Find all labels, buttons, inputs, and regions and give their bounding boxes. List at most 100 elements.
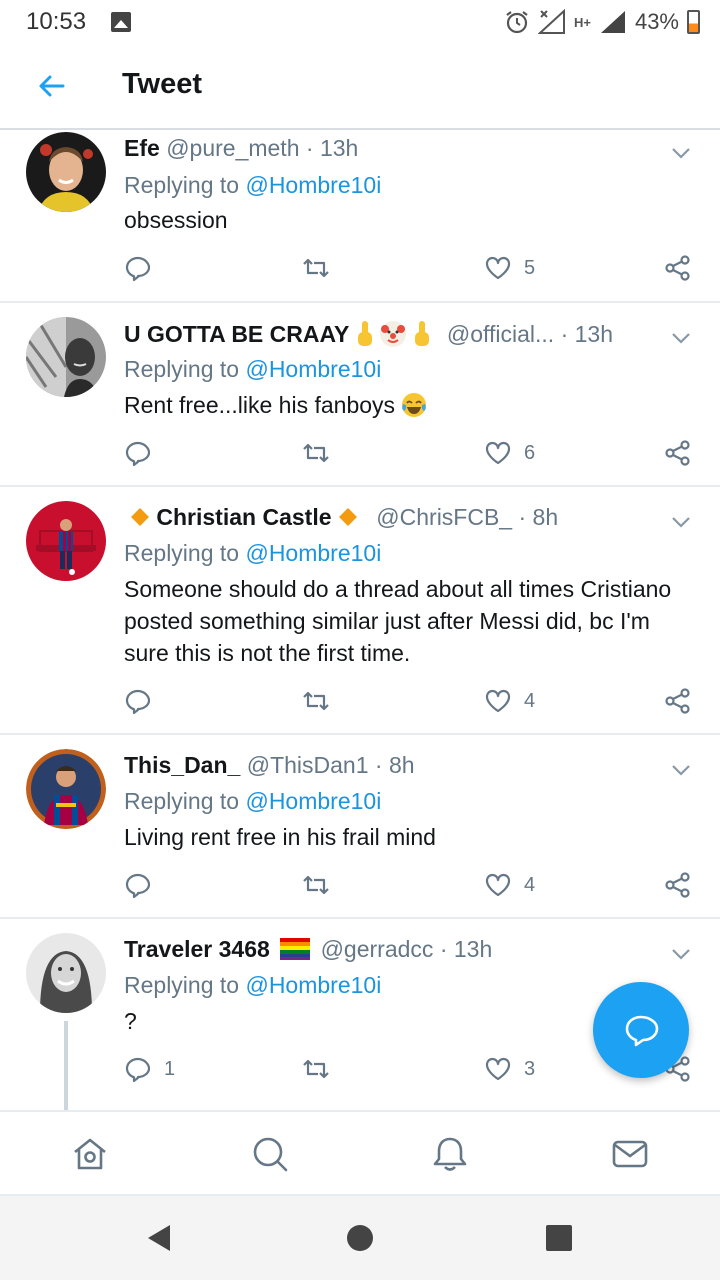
network-type: H+	[573, 14, 591, 30]
replying-mention[interactable]: @Hombre10i	[245, 972, 381, 998]
chevron-down-icon[interactable]	[668, 140, 694, 166]
author-name[interactable]: Traveler 3468	[124, 936, 270, 962]
home-icon	[74, 1138, 106, 1170]
nav-messages[interactable]	[606, 1130, 654, 1178]
tweet-item[interactable]: Christian Castle @ChrisFCB_ · 8h Replyin…	[0, 487, 720, 733]
like-button[interactable]: 4	[484, 683, 535, 719]
reply-button[interactable]: 1	[124, 1051, 175, 1087]
replying-prefix: Replying to	[124, 540, 240, 566]
replying-to: Replying to @Hombre10i	[124, 356, 381, 383]
like-button[interactable]: 5	[484, 250, 535, 286]
compose-reply-button[interactable]	[593, 982, 689, 1078]
tweet-item[interactable]: This_Dan_ @ThisDan1 · 8h Replying to @Ho…	[0, 735, 720, 917]
middle-finger-emoji	[414, 321, 429, 346]
tweet-time: 13h	[319, 135, 359, 161]
separator-dot: ·	[439, 936, 448, 962]
tweet-header: Christian Castle @ChrisFCB_ · 8h	[124, 504, 650, 536]
status-time: 10:53	[26, 8, 87, 35]
share-button[interactable]	[664, 250, 692, 286]
like-button[interactable]: 6	[484, 435, 535, 471]
avatar[interactable]	[26, 501, 106, 581]
system-nav	[0, 1196, 720, 1280]
signal-icon	[600, 11, 625, 33]
heart-icon	[485, 873, 511, 897]
replying-mention[interactable]: @Hombre10i	[245, 356, 381, 382]
share-icon	[665, 255, 690, 281]
retweet-button[interactable]	[302, 435, 330, 471]
like-button[interactable]: 3	[484, 1051, 535, 1087]
chevron-down-icon[interactable]	[668, 757, 694, 783]
heart-icon	[485, 689, 511, 713]
replying-mention[interactable]: @Hombre10i	[245, 172, 381, 198]
tweet-header: This_Dan_ @ThisDan1 · 8h	[124, 752, 650, 784]
author-handle[interactable]: @ChrisFCB_	[376, 504, 512, 530]
compose-reply-icon	[625, 1015, 659, 1047]
retweet-button[interactable]	[302, 1051, 330, 1087]
replying-to: Replying to @Hombre10i	[124, 788, 381, 815]
tears-of-joy-emoji	[401, 392, 427, 418]
like-count: 4	[524, 689, 536, 712]
replying-to: Replying to @Hombre10i	[124, 540, 381, 567]
author-handle[interactable]: @ThisDan1	[247, 752, 369, 778]
chevron-down-icon[interactable]	[668, 325, 694, 351]
arrow-left-icon	[39, 75, 65, 97]
replying-prefix: Replying to	[124, 356, 240, 382]
retweet-icon	[303, 258, 329, 278]
reply-button[interactable]	[124, 250, 164, 286]
author-handle[interactable]: @gerradcc	[321, 936, 434, 962]
avatar[interactable]	[26, 317, 106, 397]
battery-icon	[687, 10, 700, 34]
replying-prefix: Replying to	[124, 972, 240, 998]
retweet-button[interactable]	[302, 867, 330, 903]
author-name[interactable]: This_Dan_	[124, 752, 240, 778]
nav-notifications[interactable]	[426, 1130, 474, 1178]
like-button[interactable]: 4	[484, 867, 535, 903]
nav-search[interactable]	[246, 1130, 294, 1178]
replying-mention[interactable]: @Hombre10i	[245, 788, 381, 814]
page-title: Tweet	[122, 68, 203, 100]
share-button[interactable]	[664, 683, 692, 719]
reply-button[interactable]	[124, 435, 164, 471]
retweet-button[interactable]	[302, 683, 330, 719]
back-button[interactable]	[30, 64, 74, 108]
replying-prefix: Replying to	[124, 172, 240, 198]
home-circle-icon[interactable]	[344, 1222, 376, 1254]
separator-dot: ·	[305, 135, 314, 161]
author-name[interactable]: U GOTTA BE CRAAY	[124, 321, 349, 347]
reply-count: 1	[164, 1057, 176, 1080]
bottom-nav	[0, 1110, 720, 1196]
recents-square-icon[interactable]	[543, 1222, 575, 1254]
chevron-down-icon[interactable]	[668, 509, 694, 535]
reply-icon	[125, 256, 151, 282]
heart-icon	[485, 256, 511, 280]
chevron-down-icon[interactable]	[668, 941, 694, 967]
battery-percent: 43%	[634, 9, 679, 34]
tweet-time: 13h	[453, 936, 493, 962]
status-bar: 10:53 H+ 43%	[0, 0, 720, 44]
reply-button[interactable]	[124, 683, 164, 719]
tweet-actions: 5	[124, 250, 704, 286]
share-button[interactable]	[664, 435, 692, 471]
replying-mention[interactable]: @Hombre10i	[245, 540, 381, 566]
author-handle[interactable]: @pure_meth	[166, 135, 299, 161]
share-icon	[665, 688, 690, 714]
like-count: 5	[524, 256, 536, 279]
nav-home[interactable]	[66, 1130, 114, 1178]
avatar[interactable]	[26, 933, 106, 1013]
author-handle[interactable]: @official...	[447, 321, 554, 347]
retweet-button[interactable]	[302, 250, 330, 286]
reply-button[interactable]	[124, 867, 164, 903]
clown-emoji	[380, 321, 407, 347]
heart-icon	[485, 441, 511, 465]
retweet-icon	[303, 691, 329, 711]
avatar[interactable]	[26, 132, 106, 212]
tweet-item[interactable]: Efe @pure_meth · 13h Replying to @Hombre…	[0, 130, 720, 302]
tweet-item[interactable]: U GOTTA BE CRAAY @official... · 13h Repl…	[0, 303, 720, 487]
reply-feed[interactable]: Efe @pure_meth · 13h Replying to @Hombre…	[0, 130, 720, 1110]
avatar[interactable]	[26, 749, 106, 829]
share-button[interactable]	[664, 867, 692, 903]
back-triangle-icon[interactable]	[144, 1222, 176, 1254]
author-name[interactable]: Christian Castle	[156, 504, 331, 530]
author-name[interactable]: Efe	[124, 135, 160, 161]
rainbow-flag-emoji	[280, 938, 311, 960]
